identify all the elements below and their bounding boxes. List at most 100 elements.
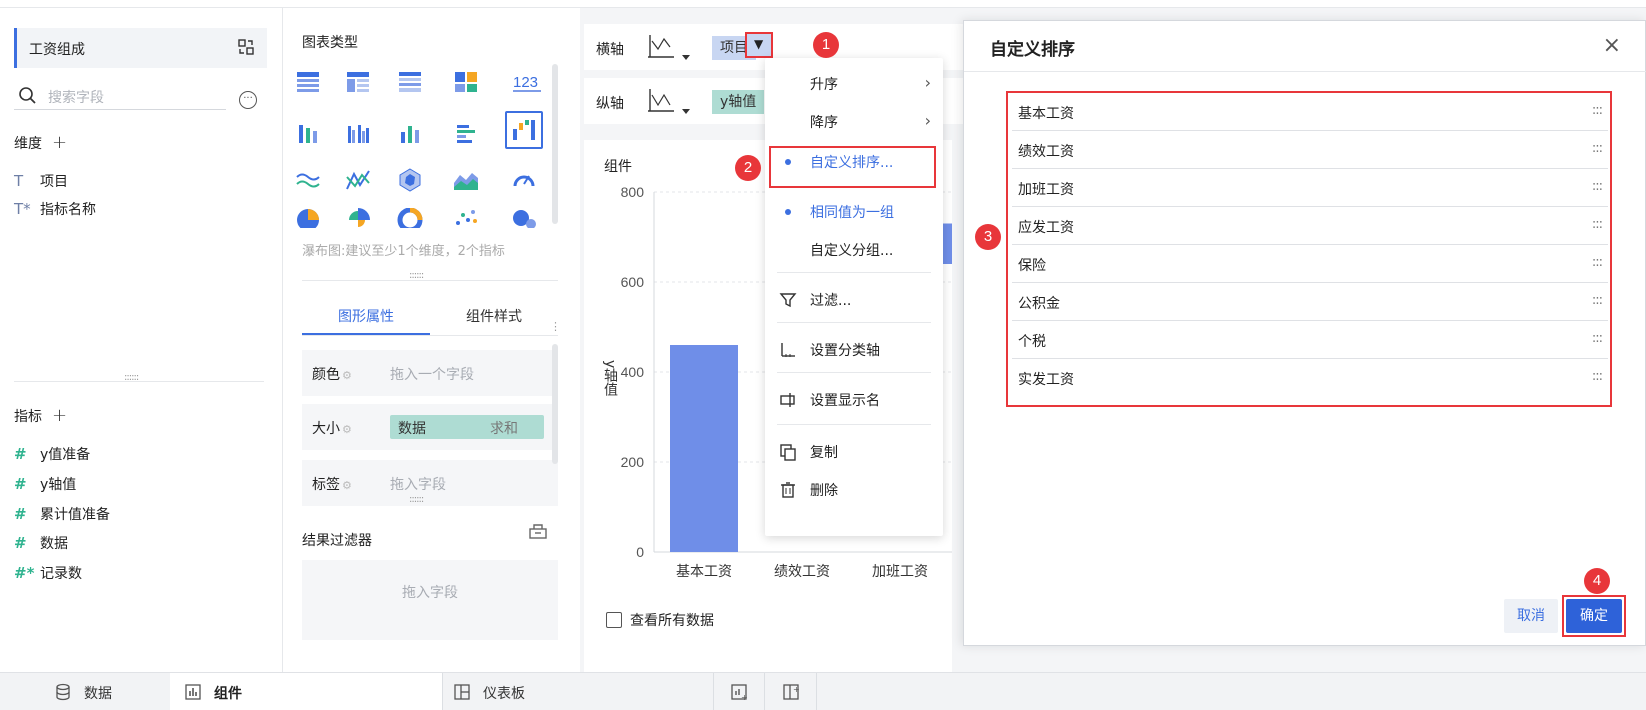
menu-divider — [777, 424, 931, 425]
close-icon[interactable]: × — [1603, 33, 1621, 58]
sort-list-item[interactable]: 个税::: — [1012, 325, 1608, 359]
add-dimension-icon[interactable]: + — [52, 132, 67, 153]
add-dashboard-icon[interactable]: + — [782, 683, 800, 701]
color-drop-zone[interactable]: 拖入一个字段 — [390, 364, 474, 384]
measure-field[interactable]: #* 记录数 — [14, 563, 82, 585]
tab-dashboard[interactable]: 仪表板 — [443, 673, 713, 710]
dataset-selector[interactable]: 工资组成 — [14, 28, 267, 68]
line-chart-icon[interactable] — [344, 166, 372, 194]
panel-resize-handle[interactable]: ⋮ — [550, 320, 561, 333]
radar-chart-icon[interactable] — [396, 166, 424, 194]
cross-table-icon[interactable] — [396, 68, 424, 96]
size-field-pill[interactable]: 数据 求和 — [390, 415, 544, 439]
measure-field[interactable]: # 数据 — [14, 533, 68, 555]
resize-handle[interactable]: :::::: — [409, 494, 424, 505]
size-aggregation[interactable]: 求和 — [490, 418, 518, 438]
cancel-button[interactable]: 取消 — [1504, 599, 1558, 633]
kpi-card-icon[interactable] — [452, 68, 480, 96]
donut-chart-icon[interactable] — [396, 208, 424, 228]
drag-handle-icon[interactable]: ::: — [1592, 179, 1603, 194]
sort-list-item[interactable]: 保险::: — [1012, 249, 1608, 283]
dimension-field[interactable]: T* 指标名称 — [14, 199, 96, 221]
drag-handle-icon[interactable]: ::: — [1592, 217, 1603, 232]
search-input[interactable]: 搜索字段 — [48, 87, 104, 107]
bar — [670, 345, 738, 552]
horizontal-bar-icon[interactable] — [452, 120, 480, 148]
size-property[interactable]: 大小 ⚙ 数据 求和 — [302, 404, 558, 450]
bar-chart-icon — [185, 684, 201, 700]
menu-item-set-display-name[interactable]: 设置显示名 — [765, 382, 943, 418]
axis-type-icon[interactable] — [644, 87, 694, 117]
tab-component[interactable]: 组件 — [170, 673, 442, 710]
drag-handle-icon[interactable]: ::: — [1592, 255, 1603, 270]
drag-handle-icon[interactable]: ::: — [1592, 141, 1603, 156]
menu-item-custom-group[interactable]: 自定义分组... — [765, 232, 943, 268]
stacked-bar-icon[interactable] — [294, 120, 322, 148]
gauge-chart-icon[interactable] — [510, 166, 538, 194]
field-search[interactable]: 搜索字段 — [14, 82, 226, 110]
y-axis-title: y轴值 — [602, 360, 618, 397]
property-scrollbar[interactable] — [552, 344, 558, 464]
axis-type-icon[interactable] — [644, 33, 694, 63]
grouped-bar-icon[interactable] — [344, 120, 372, 148]
bubble-chart-icon[interactable] — [510, 208, 538, 228]
filter-settings-icon[interactable] — [528, 522, 548, 540]
y-axis-field-pill[interactable]: y轴值 — [712, 90, 765, 114]
tab-graphic-attributes[interactable]: 图形属性 — [338, 306, 394, 326]
show-all-data-checkbox[interactable] — [606, 612, 622, 628]
more-options-icon[interactable]: ··· — [239, 91, 257, 109]
rose-chart-icon[interactable] — [344, 208, 372, 228]
scatter-chart-icon[interactable] — [452, 208, 480, 228]
label-drop-zone[interactable]: 拖入字段 — [390, 474, 446, 494]
add-component-icon[interactable]: + — [730, 683, 748, 701]
drag-handle-icon[interactable]: ::: — [1592, 369, 1603, 384]
measure-field[interactable]: # y值准备 — [14, 444, 90, 466]
show-all-data-label: 查看所有数据 — [630, 613, 714, 629]
dashboard-icon — [454, 684, 470, 700]
menu-item-delete[interactable]: 删除 — [765, 472, 943, 508]
step-badge-3: 3 — [975, 224, 1001, 250]
sort-item-list: 基本工资::: 绩效工资::: 加班工资::: 应发工资::: 保险::: 公积… — [1006, 91, 1612, 407]
x-field-dropdown-button[interactable]: ▼ — [745, 32, 773, 58]
column-chart-icon[interactable] — [396, 120, 424, 148]
tab-component-style[interactable]: 组件样式 — [466, 306, 522, 326]
menu-item-set-category-axis[interactable]: 设置分类轴 — [765, 332, 943, 368]
confirm-button[interactable]: 确定 — [1566, 599, 1622, 633]
number-field-icon: # — [14, 445, 27, 463]
stacked-area-icon[interactable] — [452, 166, 480, 194]
menu-item-copy[interactable]: 复制 — [765, 434, 943, 470]
svg-text:+: + — [741, 693, 748, 701]
sort-list-item[interactable]: 绩效工资::: — [1012, 135, 1608, 169]
menu-item-group-same-values[interactable]: 相同值为一组 — [765, 194, 943, 230]
color-property[interactable]: 颜色 ⚙ 拖入一个字段 — [302, 350, 558, 396]
grouped-table-icon[interactable] — [344, 68, 372, 96]
pie-chart-icon[interactable] — [294, 208, 322, 228]
dimension-field[interactable]: T 项目 — [14, 171, 68, 193]
menu-item-filter[interactable]: 过滤... — [765, 282, 943, 318]
sort-list-item[interactable]: 基本工资::: — [1012, 97, 1608, 131]
tab-data[interactable]: 数据 — [40, 673, 170, 710]
measure-field[interactable]: # 累计值准备 — [14, 504, 110, 526]
rename-icon — [780, 393, 795, 407]
number-field-icon: # — [14, 534, 27, 552]
label-property[interactable]: 标签 ⚙ 拖入字段 — [302, 460, 558, 506]
measure-field[interactable]: # y轴值 — [14, 474, 76, 496]
menu-item-descending[interactable]: 降序 › — [765, 104, 943, 140]
drag-handle-icon[interactable]: ::: — [1592, 293, 1603, 308]
number-chart-icon[interactable]: 123 — [510, 68, 544, 96]
sort-list-item[interactable]: 公积金::: — [1012, 287, 1608, 321]
area-line-icon[interactable] — [294, 166, 322, 194]
drag-handle-icon[interactable]: ::: — [1592, 331, 1603, 346]
result-filter-drop-zone[interactable]: 拖入字段 — [302, 560, 558, 640]
sort-list-item[interactable]: 应发工资::: — [1012, 211, 1608, 245]
drag-handle-icon[interactable]: ::: — [1592, 103, 1603, 118]
field-label: y轴值 — [40, 477, 77, 493]
chart-type-scrollbar[interactable] — [552, 64, 558, 224]
waterfall-chart-icon[interactable] — [505, 111, 543, 149]
menu-item-ascending[interactable]: 升序 › — [765, 66, 943, 102]
table-chart-icon[interactable] — [294, 68, 322, 96]
sort-list-item[interactable]: 加班工资::: — [1012, 173, 1608, 207]
switch-dataset-icon[interactable] — [237, 38, 255, 56]
add-measure-icon[interactable]: + — [52, 405, 67, 426]
sort-list-item[interactable]: 实发工资::: — [1012, 363, 1608, 397]
